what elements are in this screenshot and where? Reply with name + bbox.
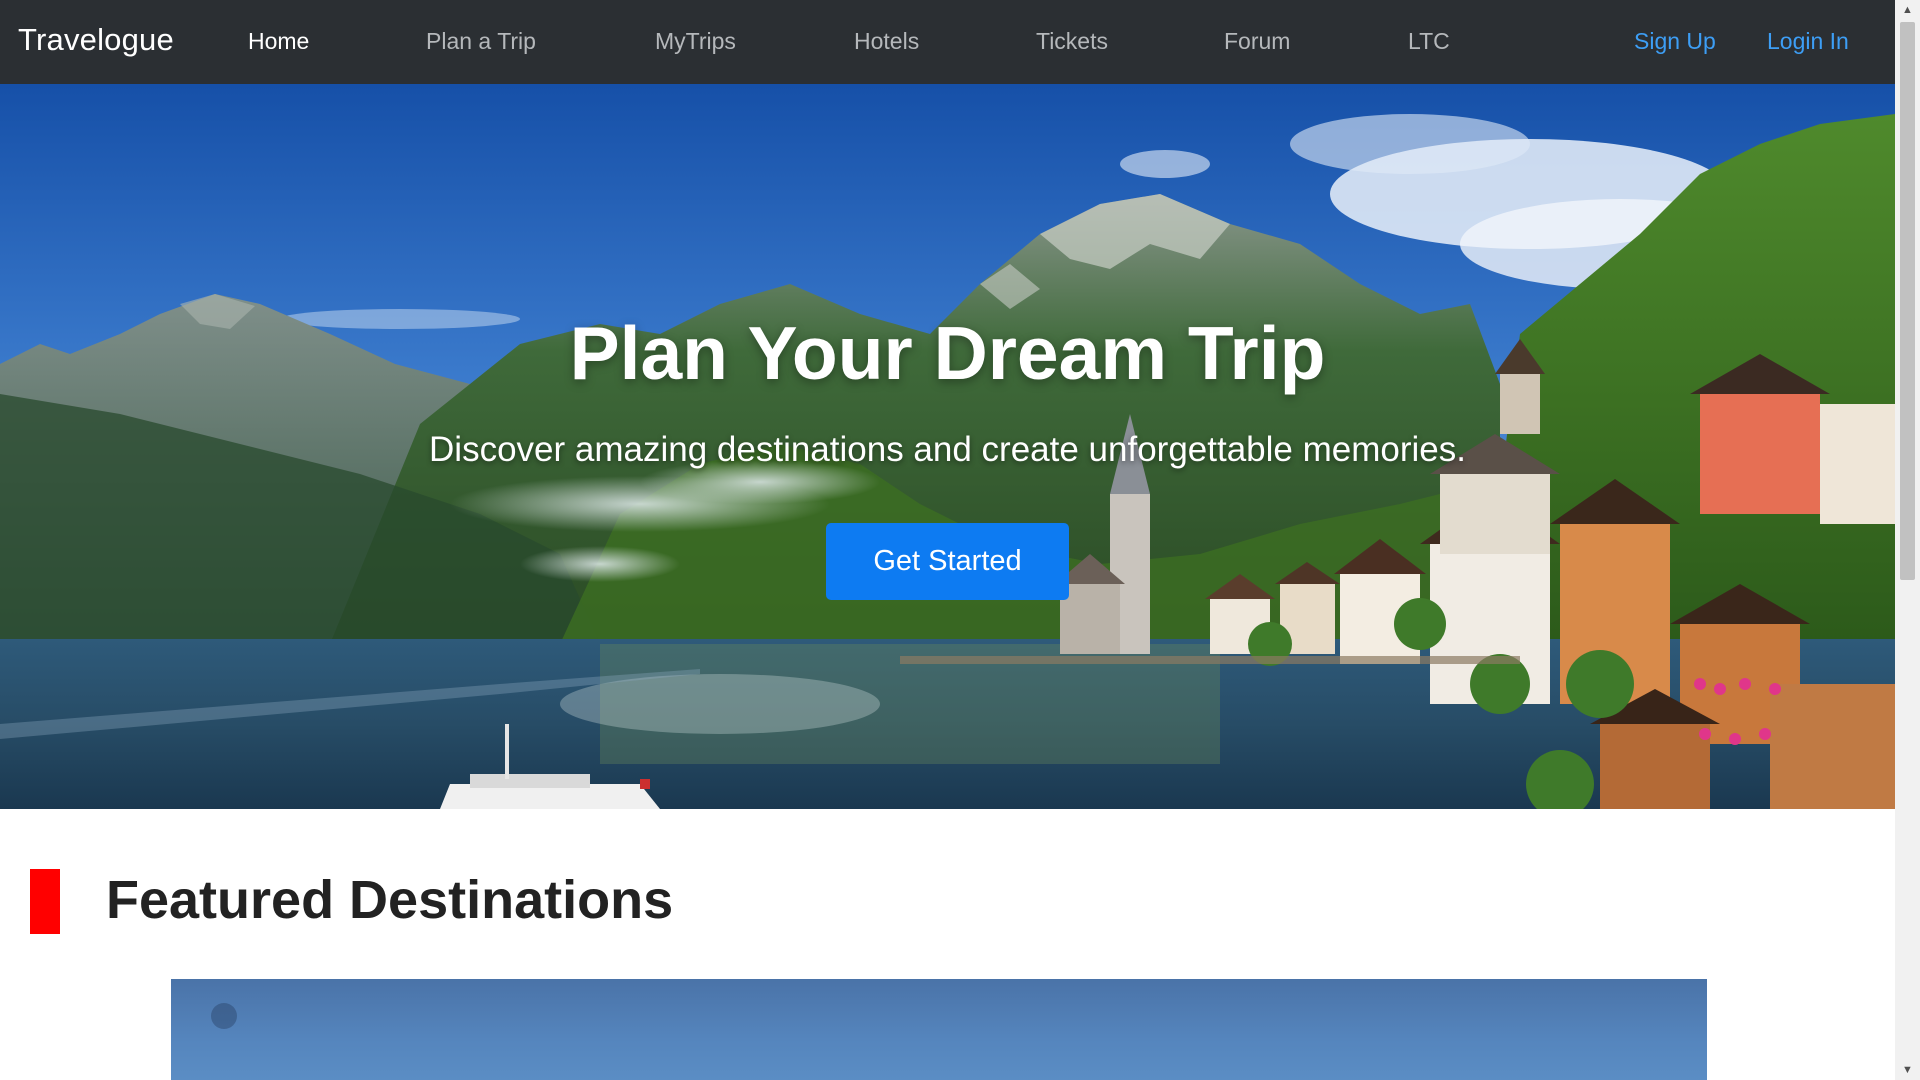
- page-scrollbar[interactable]: ▲ ▼: [1895, 0, 1920, 1080]
- card-image-detail: [211, 1003, 237, 1029]
- nav-ltc[interactable]: LTC: [1408, 28, 1450, 55]
- featured-destination-card-image[interactable]: [171, 979, 1707, 1080]
- nav-mytrips[interactable]: MyTrips: [655, 28, 736, 55]
- nav-home[interactable]: Home: [248, 28, 309, 55]
- featured-destinations-heading: Featured Destinations: [106, 870, 674, 930]
- signup-link[interactable]: Sign Up: [1634, 28, 1716, 55]
- nav-tickets[interactable]: Tickets: [1036, 28, 1108, 55]
- nav-forum[interactable]: Forum: [1224, 28, 1290, 55]
- nav-hotels[interactable]: Hotels: [854, 28, 919, 55]
- page-viewport: Travelogue Home Plan a Trip MyTrips Hote…: [0, 0, 1895, 1080]
- hero-banner: Plan Your Dream Trip Discover amazing de…: [0, 84, 1895, 809]
- brand-logo[interactable]: Travelogue: [18, 22, 174, 58]
- login-link[interactable]: Login In: [1767, 28, 1849, 55]
- hero-subtitle: Discover amazing destinations and create…: [429, 430, 1466, 469]
- nav-plan-a-trip[interactable]: Plan a Trip: [426, 28, 536, 55]
- scroll-down-arrow-icon[interactable]: ▼: [1895, 1060, 1920, 1080]
- get-started-button[interactable]: Get Started: [826, 523, 1069, 600]
- top-navbar: Travelogue Home Plan a Trip MyTrips Hote…: [0, 0, 1895, 84]
- section-accent-bar: [30, 869, 60, 934]
- hero-title: Plan Your Dream Trip: [569, 311, 1326, 395]
- scroll-up-arrow-icon[interactable]: ▲: [1895, 0, 1920, 20]
- scrollbar-thumb[interactable]: [1900, 22, 1915, 580]
